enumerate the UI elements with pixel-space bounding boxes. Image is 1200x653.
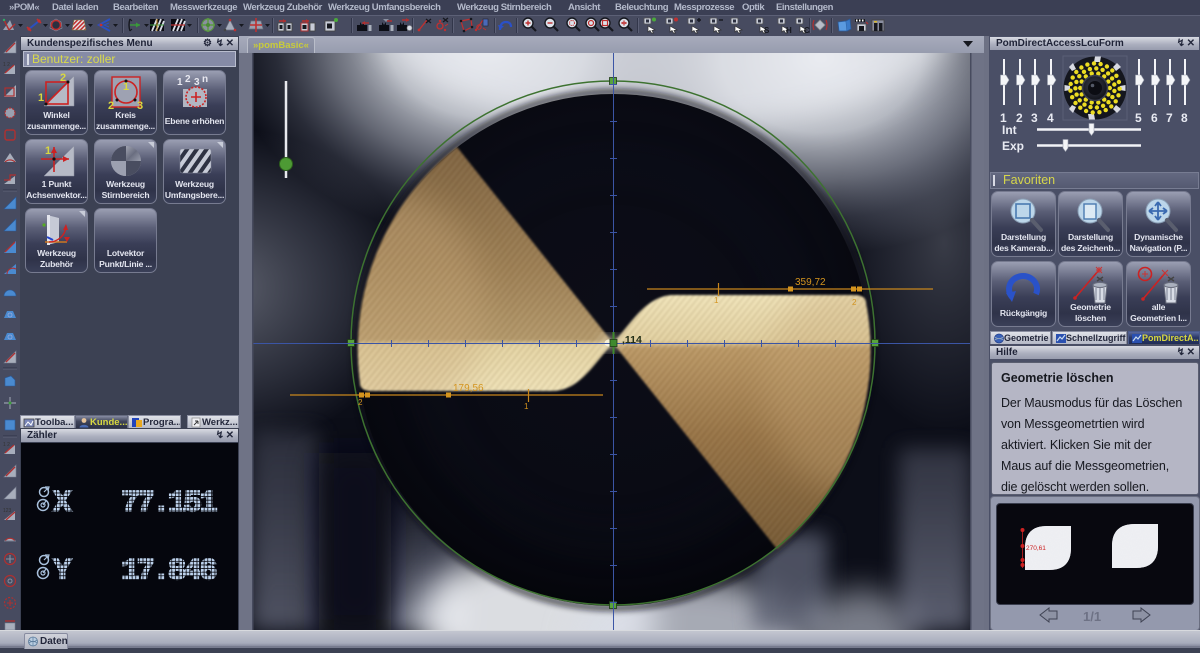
- svg-text:1: 1: [714, 296, 719, 305]
- svg-text:17.846: 17.846: [121, 554, 216, 589]
- svg-text:2: 2: [1016, 111, 1023, 125]
- svg-text:1: 1: [123, 81, 129, 93]
- svg-text:270,61: 270,61: [1026, 545, 1046, 552]
- svg-text:1: 1: [177, 77, 183, 88]
- svg-text:C: C: [804, 26, 810, 35]
- svg-text:7: 7: [1166, 111, 1173, 125]
- svg-text:1/1: 1/1: [1083, 609, 1101, 624]
- svg-text:359,72: 359,72: [795, 277, 826, 288]
- svg-text:1: 1: [45, 145, 51, 157]
- svg-text:77.151: 77.151: [121, 486, 217, 521]
- svg-text:Int: Int: [1002, 123, 1017, 137]
- svg-text:2: 2: [852, 298, 857, 307]
- svg-text:,114: ,114: [622, 334, 642, 346]
- svg-text:1: 1: [38, 92, 44, 104]
- svg-text:n: n: [202, 74, 208, 85]
- svg-text:3: 3: [1031, 111, 1038, 125]
- svg-text:5: 5: [1135, 111, 1142, 125]
- svg-text:1 2: 1 2: [3, 442, 10, 448]
- svg-text:X: X: [53, 486, 72, 521]
- svg-text:123: 123: [3, 508, 12, 514]
- svg-text:1: 1: [524, 402, 529, 411]
- svg-text:2: 2: [185, 74, 191, 85]
- svg-text:H: H: [786, 26, 792, 35]
- svg-text:6: 6: [1151, 111, 1158, 125]
- svg-text:1 2: 1 2: [3, 62, 10, 68]
- svg-text:8: 8: [1181, 111, 1188, 125]
- svg-text:179,56: 179,56: [453, 383, 484, 394]
- svg-text:2: 2: [358, 398, 363, 407]
- svg-text:2: 2: [60, 73, 66, 84]
- svg-text:S: S: [764, 26, 770, 35]
- svg-text:Exp: Exp: [1002, 139, 1024, 153]
- svg-text:Y: Y: [53, 554, 72, 589]
- svg-text:4: 4: [1047, 111, 1054, 125]
